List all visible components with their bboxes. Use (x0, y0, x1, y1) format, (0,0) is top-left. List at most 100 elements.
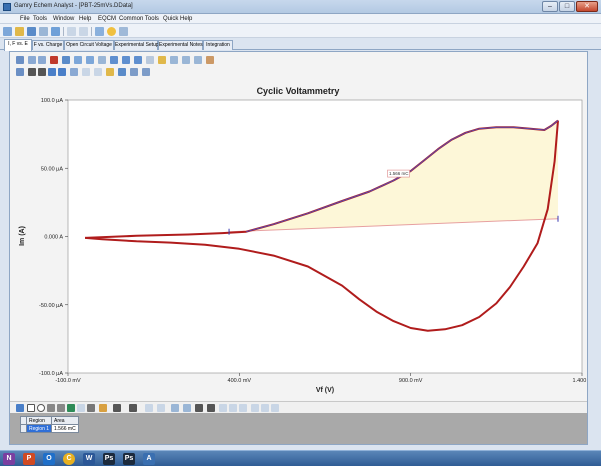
open-icon[interactable] (15, 27, 24, 36)
link-icon[interactable] (130, 68, 138, 76)
menu-eqcm[interactable]: EQCM (98, 16, 116, 22)
plot-type-icon[interactable] (28, 56, 36, 64)
photoshop-icon[interactable]: Ps (103, 453, 115, 465)
group-icon[interactable] (171, 404, 179, 412)
line-color-icon[interactable] (113, 404, 121, 412)
print-icon[interactable] (39, 27, 48, 36)
color-icon[interactable] (50, 56, 58, 64)
photoshop-icon-2[interactable]: Ps (123, 453, 135, 465)
tab-experimental-notes[interactable]: Experimental Notes (158, 40, 203, 50)
table-row[interactable]: Region 1 1.566 mC (20, 424, 79, 433)
layout-icon[interactable] (134, 56, 142, 64)
tab-strip: I, F vs. E F vs. Charge Open Circuit Vol… (0, 38, 601, 51)
menu-file[interactable]: File (20, 16, 30, 22)
region-name-cell[interactable]: Region 1 (25, 424, 53, 433)
menu-tools[interactable]: Tools (33, 16, 47, 22)
tab-i-f-vs-e[interactable]: I, F vs. E (4, 39, 32, 51)
save-icon[interactable] (27, 27, 36, 36)
align-middle-icon[interactable] (261, 404, 269, 412)
fit-icon[interactable] (70, 68, 78, 76)
menu-common-tools[interactable]: Common Tools (119, 16, 159, 22)
page-setup-icon[interactable] (86, 56, 94, 64)
maximize-button[interactable]: □ (559, 1, 575, 12)
x-tick-label: -100.0 mV (55, 378, 81, 384)
text-icon[interactable] (82, 68, 90, 76)
onenote-icon[interactable]: N (3, 453, 15, 465)
align-right-icon[interactable] (239, 404, 247, 412)
region-table: Region Area Region 1 1.566 mC (20, 416, 79, 433)
curve-tool-icon[interactable] (67, 404, 75, 412)
table-header-row: Region Area (20, 416, 79, 425)
marker-icon[interactable] (146, 56, 154, 64)
chart-settings-icon[interactable] (16, 56, 24, 64)
menu-window[interactable]: Window (53, 16, 74, 22)
zoom-icon[interactable] (170, 56, 178, 64)
undo-icon[interactable] (67, 27, 76, 36)
unlink-icon[interactable] (142, 68, 150, 76)
window-title: Gamry Echem Analyst - [PBT-25mVs.DData] (14, 3, 133, 9)
minimize-button[interactable]: – (542, 1, 558, 12)
powerpoint-icon[interactable]: P (23, 453, 35, 465)
drag-icon[interactable] (48, 68, 56, 76)
table-icon[interactable] (122, 56, 130, 64)
rectangle-tool-icon[interactable] (27, 404, 35, 412)
line-style-icon[interactable] (129, 404, 137, 412)
line-tool-icon[interactable] (47, 404, 55, 412)
ungroup-icon[interactable] (183, 404, 191, 412)
copy-icon[interactable] (51, 27, 60, 36)
select-icon[interactable] (38, 68, 46, 76)
annotation-icon[interactable] (94, 68, 102, 76)
menu-help[interactable]: Help (79, 16, 91, 22)
folder-icon[interactable] (158, 56, 166, 64)
cursor-icon[interactable] (16, 68, 24, 76)
gamry-analyst-icon[interactable]: A (143, 453, 155, 465)
close-button[interactable]: ✕ (576, 1, 598, 12)
print-preview-icon[interactable] (98, 56, 106, 64)
tab-experimental-setup[interactable]: Experimental Setup (114, 40, 159, 50)
zoom-in-icon[interactable] (182, 56, 190, 64)
plot-dropdown-icon[interactable] (38, 56, 46, 64)
point-icon[interactable] (58, 68, 66, 76)
y-tick-label: -50.00 µA (39, 303, 63, 309)
tab-open-circuit-voltage[interactable]: Open Circuit Voltage (64, 40, 114, 50)
save-file-icon[interactable] (118, 68, 126, 76)
menu-quick-help[interactable]: Quick Help (163, 16, 192, 22)
pointer-tool-icon[interactable] (16, 404, 24, 412)
zoom-out-icon[interactable] (194, 56, 202, 64)
fill-color-icon[interactable] (99, 404, 107, 412)
align-center-icon[interactable] (229, 404, 237, 412)
refresh-icon[interactable] (95, 27, 104, 36)
pan-icon[interactable] (206, 56, 214, 64)
align-left-icon[interactable] (219, 404, 227, 412)
image-tool-icon[interactable] (87, 404, 95, 412)
arrow-tool-icon[interactable] (57, 404, 65, 412)
x-tick-label: 1.400 V (573, 378, 587, 384)
page-icon[interactable] (74, 56, 82, 64)
crosshair-icon[interactable] (28, 68, 36, 76)
text-tool-icon[interactable] (77, 404, 85, 412)
tab-integration[interactable]: Integration (203, 40, 233, 50)
align-icon[interactable] (195, 404, 203, 412)
send-back-icon[interactable] (157, 404, 165, 412)
distribute-icon[interactable] (207, 404, 215, 412)
open-file-icon[interactable] (106, 68, 114, 76)
y-tick-label: 100.0 µA (41, 98, 63, 104)
export-icon[interactable] (62, 56, 70, 64)
redo-icon[interactable] (79, 27, 88, 36)
new-icon[interactable] (3, 27, 12, 36)
align-top-icon[interactable] (251, 404, 259, 412)
grid-icon[interactable] (110, 56, 118, 64)
help-icon[interactable] (107, 27, 116, 36)
taskbar: N P O C W Ps Ps A (0, 450, 601, 466)
word-icon[interactable]: W (83, 453, 95, 465)
ellipse-tool-icon[interactable] (37, 404, 45, 412)
chrome-icon[interactable]: C (63, 453, 75, 465)
settings-icon[interactable] (119, 27, 128, 36)
bring-front-icon[interactable] (145, 404, 153, 412)
align-bottom-icon[interactable] (271, 404, 279, 412)
region-area-cell[interactable]: 1.566 mC (51, 424, 79, 433)
outlook-icon[interactable]: O (43, 453, 55, 465)
cyclic-voltammetry-chart[interactable]: Cyclic Voltammetry Vf (V) Im (A) -100.0 … (10, 78, 587, 401)
chart-title: Cyclic Voltammetry (257, 86, 340, 96)
tab-f-vs-charge[interactable]: F vs. Charge (32, 40, 64, 50)
